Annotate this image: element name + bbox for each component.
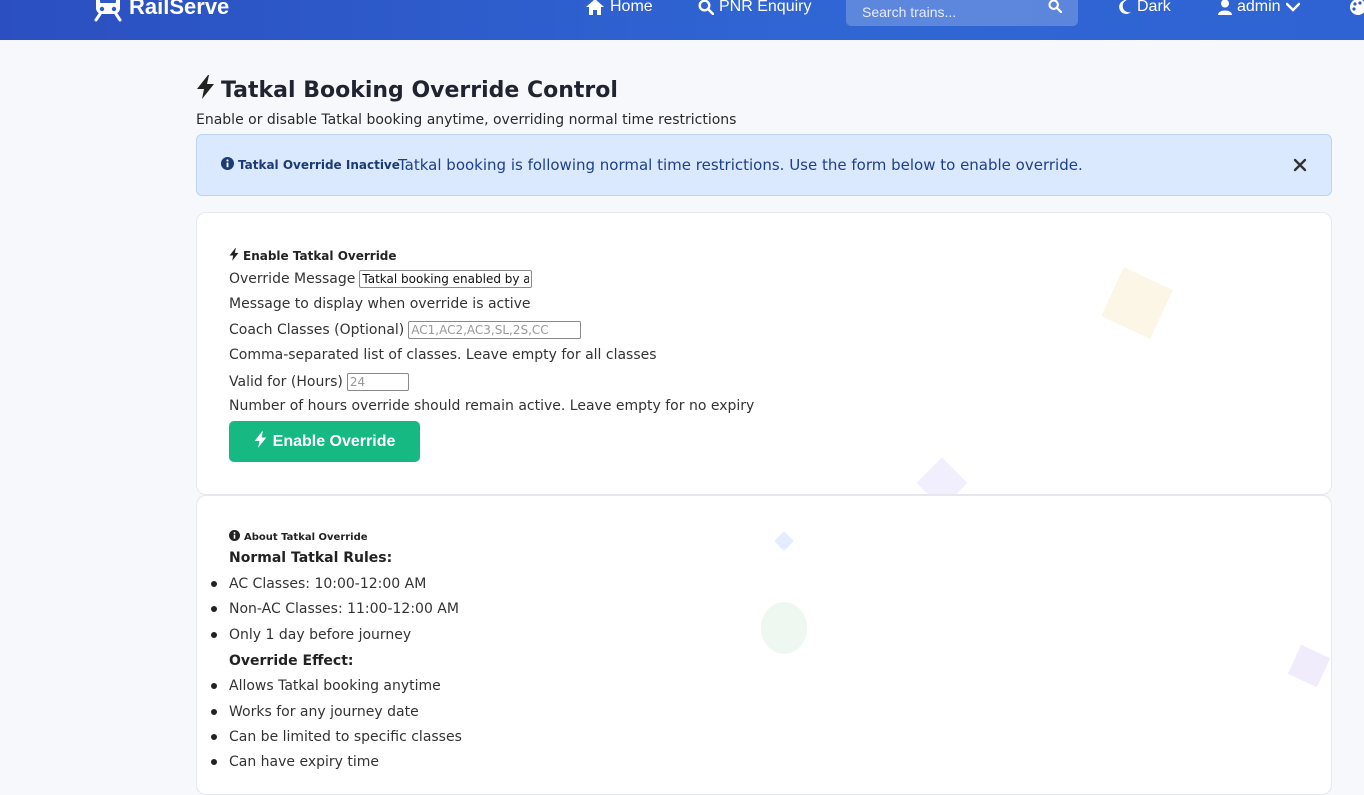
palette-icon (1349, 0, 1364, 16)
info-circle-icon (229, 530, 240, 544)
info-circle-icon (221, 157, 234, 173)
nav-home-label: Home (610, 0, 653, 15)
search-input[interactable] (846, 0, 1036, 26)
list-item: Can be limited to specific classes (211, 729, 462, 745)
train-icon (94, 0, 122, 22)
nav-pnr-enquiry[interactable]: PNR Enquiry (698, 0, 811, 18)
classes-label: Coach Classes (Optional) (229, 322, 405, 338)
message-row: Override Message (229, 270, 533, 288)
classes-help: Comma-separated list of classes. Leave e… (229, 347, 657, 363)
bolt-icon (196, 75, 215, 105)
page-title: Tatkal Booking Override Control (196, 74, 618, 106)
valid-hours-input[interactable] (346, 373, 409, 391)
rule-text: AC Classes: 10:00-12:00 AM (229, 576, 427, 592)
message-help: Message to display when override is acti… (229, 296, 531, 312)
alert-message: Tatkal booking is following normal time … (398, 156, 1083, 174)
nav-pnr-label: PNR Enquiry (719, 0, 812, 15)
hours-label: Valid for (Hours) (229, 374, 343, 390)
list-item: Non-AC Classes: 11:00-12:00 AM (211, 601, 459, 617)
search-icon (1048, 0, 1063, 14)
palette-button[interactable] (1349, 0, 1364, 18)
bolt-icon (229, 248, 239, 264)
theme-toggle-label: Dark (1137, 0, 1171, 15)
brand-link[interactable]: RailServe (94, 0, 229, 24)
rule-text: Only 1 day before journey (229, 627, 412, 643)
list-item: Works for any journey date (211, 704, 419, 720)
override-message-input[interactable] (359, 270, 533, 288)
user-icon (1218, 0, 1232, 15)
effect-text: Allows Tatkal booking anytime (229, 678, 441, 694)
list-item: Allows Tatkal booking anytime (211, 678, 441, 694)
about-heading-text: About Tatkal Override (244, 531, 368, 543)
decorative-diamond (774, 531, 794, 551)
status-alert: Tatkal Override Inactive Tatkal booking … (196, 134, 1332, 196)
theme-toggle[interactable]: Dark (1118, 0, 1171, 18)
enable-override-button[interactable]: Enable Override (229, 421, 420, 462)
rule-text: Non-AC Classes: 11:00-12:00 AM (229, 601, 459, 617)
close-icon[interactable] (1293, 155, 1311, 175)
user-menu-label: admin (1237, 0, 1281, 15)
decorative-circle (761, 602, 807, 654)
page-subtitle: Enable or disable Tatkal booking anytime… (196, 112, 737, 128)
about-card: About Tatkal Override Normal Tatkal Rule… (196, 495, 1332, 795)
effect-text: Works for any journey date (229, 704, 419, 720)
home-icon (585, 0, 605, 16)
enable-override-label: Enable Override (272, 432, 396, 450)
form-heading: Enable Tatkal Override (229, 248, 397, 264)
list-item: AC Classes: 10:00-12:00 AM (211, 576, 426, 592)
form-heading-text: Enable Tatkal Override (243, 249, 397, 263)
coach-classes-input[interactable] (408, 321, 582, 339)
decorative-diamond (1101, 267, 1173, 339)
message-label: Override Message (229, 271, 356, 287)
about-heading: About Tatkal Override (229, 530, 368, 544)
list-item: Only 1 day before journey (211, 627, 411, 643)
decorative-diamond (1287, 644, 1331, 688)
brand-name: RailServe (129, 0, 230, 19)
moon-icon (1118, 0, 1132, 15)
status-badge: Tatkal Override Inactive (221, 157, 400, 173)
normal-rules-title: Normal Tatkal Rules: (229, 550, 393, 566)
search-button[interactable] (1048, 0, 1063, 17)
decorative-diamond (916, 457, 968, 494)
page-title-text: Tatkal Booking Override Control (221, 77, 618, 103)
override-form-card: Enable Tatkal Override Override Message … (196, 212, 1332, 495)
override-effect-title: Override Effect: (229, 653, 354, 669)
user-menu[interactable]: admin (1218, 0, 1300, 18)
search-icon (698, 0, 714, 15)
navbar: RailServe Home PNR Enquiry Dark admin (0, 0, 1364, 40)
bolt-icon (254, 430, 267, 453)
search-box (846, 0, 1078, 26)
chevron-down-icon (1285, 2, 1300, 12)
classes-row: Coach Classes (Optional) (229, 321, 582, 339)
hours-row: Valid for (Hours) (229, 373, 409, 391)
status-badge-text: Tatkal Override Inactive (238, 158, 400, 172)
nav-home[interactable]: Home (585, 0, 653, 18)
effect-text: Can be limited to specific classes (229, 729, 462, 745)
hours-help: Number of hours override should remain a… (229, 398, 755, 414)
